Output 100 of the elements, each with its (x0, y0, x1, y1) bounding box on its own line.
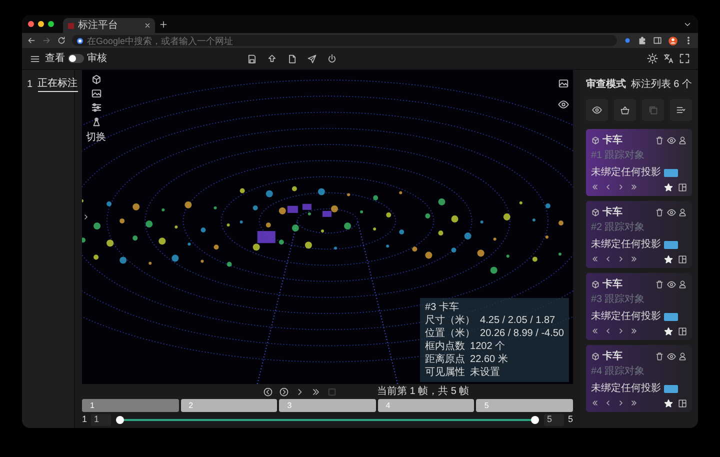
first-icon[interactable] (591, 183, 599, 191)
next-icon[interactable] (617, 399, 625, 407)
forward-icon[interactable] (42, 36, 51, 45)
extension-icon[interactable] (623, 36, 632, 45)
info-label: 距离原点 (425, 353, 466, 366)
translate-icon[interactable] (663, 53, 674, 64)
puzzle-icon[interactable] (638, 36, 647, 45)
item-label[interactable]: 正在标注 (38, 76, 78, 92)
sliders-icon[interactable] (90, 102, 102, 113)
marker-icon[interactable] (90, 116, 102, 127)
prev-icon[interactable] (604, 183, 612, 191)
end-input[interactable]: 5 (544, 414, 564, 426)
cube-icon[interactable] (90, 74, 102, 85)
play-icon[interactable] (279, 386, 289, 396)
basket-icon (620, 105, 630, 115)
person-icon[interactable] (678, 352, 687, 360)
last-icon[interactable] (630, 183, 638, 191)
last-icon[interactable] (311, 386, 321, 396)
menu-icon[interactable] (30, 54, 40, 64)
image-icon[interactable] (90, 88, 102, 99)
object-card[interactable]: 卡车 #1 跟踪对象 未绑定任何投影 (586, 128, 692, 196)
star-icon[interactable] (664, 326, 673, 336)
image-switch-icon[interactable] (558, 78, 569, 89)
reload-icon[interactable] (57, 36, 66, 45)
list-label[interactable]: 标注列表 (631, 76, 672, 92)
close-icon[interactable] (144, 22, 151, 29)
person-icon[interactable] (678, 208, 687, 216)
bind-button[interactable] (664, 312, 678, 320)
object-name: 卡车 (602, 349, 624, 364)
last-icon[interactable] (630, 255, 638, 263)
panel-icon[interactable] (678, 254, 687, 264)
start-handle[interactable] (116, 416, 124, 424)
prev-icon[interactable] (604, 327, 612, 335)
next-icon[interactable] (617, 255, 625, 263)
bind-button[interactable] (664, 384, 678, 392)
eye-icon[interactable] (666, 352, 676, 360)
info-title: #3 卡车 (425, 301, 460, 314)
object-card[interactable]: 卡车 #2 跟踪对象 未绑定任何投影 (586, 200, 692, 268)
list-button[interactable] (670, 99, 692, 121)
switch-label[interactable]: 切换 (86, 130, 106, 145)
new-tab-icon[interactable] (159, 20, 168, 28)
prev-icon[interactable] (604, 399, 612, 407)
save-icon[interactable] (247, 54, 257, 64)
end-handle[interactable] (530, 416, 539, 424)
show-button[interactable] (586, 99, 608, 121)
info-value: 4.25 / 2.05 / 1.87 (480, 314, 556, 327)
visibility-icon[interactable] (558, 99, 569, 110)
panel-icon[interactable] (678, 398, 687, 408)
object-id: #2 (591, 220, 602, 234)
upload-icon[interactable] (267, 54, 277, 64)
theme-icon[interactable] (647, 53, 658, 64)
eye-icon[interactable] (666, 208, 676, 216)
browser-tab[interactable]: 标注平台 (63, 18, 155, 33)
item-index: 1 (27, 78, 33, 92)
mode-toggle[interactable] (68, 54, 84, 63)
star-icon[interactable] (664, 398, 673, 408)
avatar-icon[interactable] (668, 36, 678, 46)
star-icon[interactable] (664, 254, 673, 264)
info-value: 1202 个 (470, 340, 506, 353)
previous-icon[interactable] (263, 386, 273, 396)
info-label: 尺寸（米） (425, 314, 476, 327)
first-icon[interactable] (591, 327, 599, 335)
object-type: 跟踪对象 (604, 292, 645, 306)
panel-icon[interactable] (678, 326, 687, 336)
tab-title: 标注平台 (78, 18, 119, 33)
send-icon[interactable] (307, 54, 317, 64)
file-icon[interactable] (287, 54, 297, 64)
eye-icon[interactable] (666, 280, 676, 288)
fullscreen-icon[interactable] (679, 53, 690, 64)
panel-icon[interactable] (678, 182, 687, 192)
object-card[interactable]: 卡车 #3 跟踪对象 未绑定任何投影 (586, 272, 692, 340)
first-icon[interactable] (591, 399, 599, 407)
last-icon[interactable] (630, 399, 638, 407)
last-icon[interactable] (630, 327, 638, 335)
next-icon[interactable] (617, 327, 625, 335)
expand-icon[interactable] (82, 213, 90, 222)
next-icon[interactable] (617, 183, 625, 191)
bind-button[interactable] (664, 240, 678, 248)
trash-icon[interactable] (655, 136, 664, 144)
person-icon[interactable] (678, 280, 687, 288)
back-icon[interactable] (27, 36, 36, 45)
basket-button[interactable] (614, 99, 636, 121)
bind-button[interactable] (664, 168, 678, 176)
first-icon[interactable] (591, 255, 599, 263)
object-card[interactable]: 卡车 #4 跟踪对象 未绑定任何投影 (586, 344, 692, 412)
start-input[interactable]: 1 (91, 414, 112, 426)
eye-icon[interactable] (666, 136, 676, 144)
object-name: 卡车 (602, 205, 624, 220)
info-value: 未设置 (470, 366, 500, 379)
object-id: #1 (591, 148, 602, 162)
trash-icon[interactable] (655, 280, 664, 288)
person-icon[interactable] (678, 136, 687, 144)
trash-icon[interactable] (655, 352, 664, 360)
power-icon[interactable] (327, 54, 337, 64)
frame-segment[interactable]: 1 (82, 399, 179, 412)
trash-icon[interactable] (655, 208, 664, 216)
cube-icon (591, 352, 600, 360)
sidebar-icon[interactable] (653, 36, 662, 45)
prev-icon[interactable] (604, 255, 612, 263)
star-icon[interactable] (664, 182, 673, 192)
